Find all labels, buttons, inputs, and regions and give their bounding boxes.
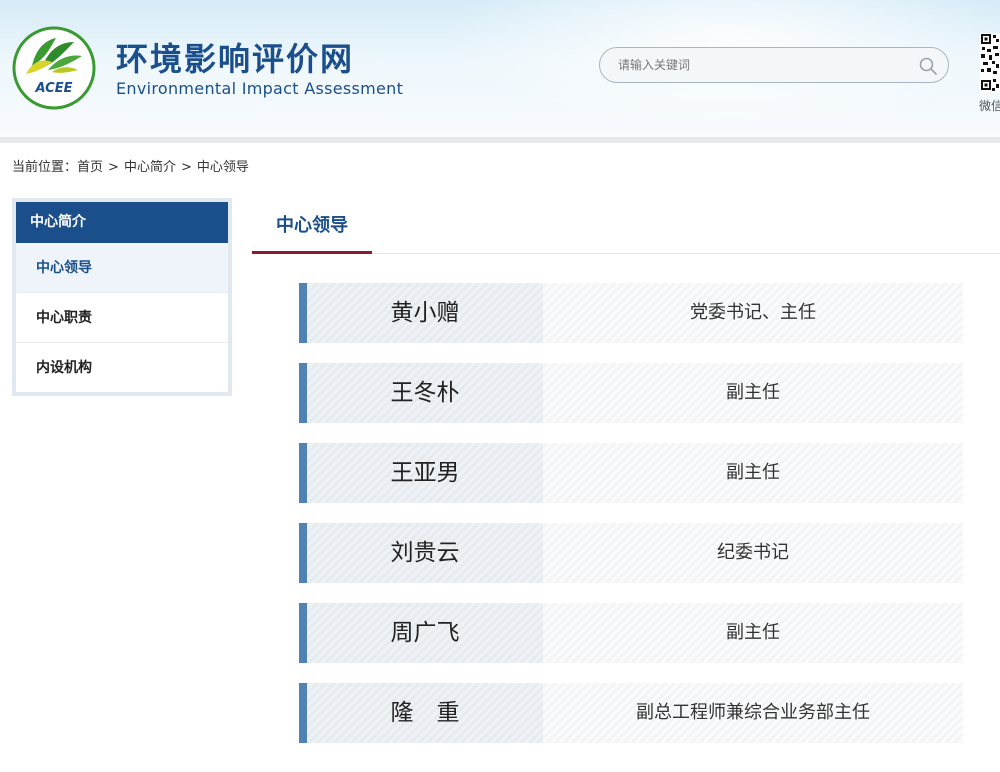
row-accent-bar bbox=[299, 443, 307, 503]
breadcrumb-current-link[interactable]: 中心领导 bbox=[197, 160, 249, 175]
sidebar-title: 中心简介 bbox=[16, 202, 228, 243]
leader-name-cell: 刘贵云 bbox=[307, 523, 543, 583]
leader-row: 王冬朴 副主任 bbox=[299, 363, 963, 423]
leader-title: 纪委书记 bbox=[717, 542, 789, 563]
qr-code-icon[interactable] bbox=[980, 33, 1000, 93]
leader-title: 副主任 bbox=[726, 462, 780, 483]
search-box bbox=[599, 47, 949, 83]
leader-name: 王冬朴 bbox=[390, 380, 460, 406]
leader-name-cell: 隆 重 bbox=[307, 683, 543, 743]
leader-title: 副总工程师兼综合业务部主任 bbox=[636, 702, 870, 723]
header-divider bbox=[0, 137, 1000, 143]
tab-leaders[interactable]: 中心领导 bbox=[252, 210, 372, 254]
row-accent-bar bbox=[299, 523, 307, 583]
leader-name-cell: 王冬朴 bbox=[307, 363, 543, 423]
leader-name-cell: 周广飞 bbox=[307, 603, 543, 663]
leader-row: 刘贵云 纪委书记 bbox=[299, 523, 963, 583]
leader-name: 周广飞 bbox=[390, 620, 460, 646]
sidebar-item-leaders[interactable]: 中心领导 bbox=[16, 243, 228, 293]
search-input[interactable] bbox=[618, 56, 908, 74]
row-accent-bar bbox=[299, 283, 307, 343]
breadcrumb-home-link[interactable]: 首页 bbox=[77, 160, 103, 175]
leader-name: 王亚男 bbox=[390, 460, 460, 486]
row-accent-bar bbox=[299, 683, 307, 743]
leader-name-cell: 王亚男 bbox=[307, 443, 543, 503]
logo-text: ACEE bbox=[35, 81, 73, 96]
breadcrumb-separator: > bbox=[180, 160, 192, 175]
wechat-label: 微信 bbox=[979, 99, 1000, 113]
acee-logo-icon[interactable]: ACEE bbox=[12, 26, 96, 110]
leader-name: 黄小赠 bbox=[390, 300, 460, 326]
search-icon[interactable] bbox=[918, 56, 938, 76]
leader-name: 刘贵云 bbox=[390, 540, 460, 566]
sidebar-item-duties[interactable]: 中心职责 bbox=[16, 293, 228, 343]
sidebar-nav: 中心简介 中心领导 中心职责 内设机构 bbox=[12, 198, 232, 396]
leader-row: 王亚男 副主任 bbox=[299, 443, 963, 503]
breadcrumb-prefix: 当前位置： bbox=[12, 160, 78, 175]
leader-row: 周广飞 副主任 bbox=[299, 603, 963, 663]
leader-title: 副主任 bbox=[726, 622, 780, 643]
leader-title: 副主任 bbox=[726, 382, 780, 403]
row-accent-bar bbox=[299, 603, 307, 663]
breadcrumb-about-link[interactable]: 中心简介 bbox=[124, 160, 176, 175]
breadcrumb: 当前位置：首页 > 中心简介 > 中心领导 bbox=[12, 156, 249, 175]
content-tab-bar: 中心领导 bbox=[252, 210, 1000, 254]
leader-row: 黄小赠 党委书记、主任 bbox=[299, 283, 963, 343]
site-title[interactable]: 环境影响评价网 bbox=[116, 34, 354, 80]
leader-row: 隆 重 副总工程师兼综合业务部主任 bbox=[299, 683, 963, 743]
site-header: ACEE 环境影响评价网 Environmental Impact Assess… bbox=[0, 0, 1000, 137]
site-subtitle: Environmental Impact Assessment bbox=[116, 79, 404, 98]
leader-name: 隆 重 bbox=[390, 700, 460, 726]
leader-title: 党委书记、主任 bbox=[690, 302, 816, 323]
sidebar-item-departments[interactable]: 内设机构 bbox=[16, 343, 228, 393]
leader-name-cell: 黄小赠 bbox=[307, 283, 543, 343]
row-accent-bar bbox=[299, 363, 307, 423]
breadcrumb-separator: > bbox=[108, 160, 119, 175]
